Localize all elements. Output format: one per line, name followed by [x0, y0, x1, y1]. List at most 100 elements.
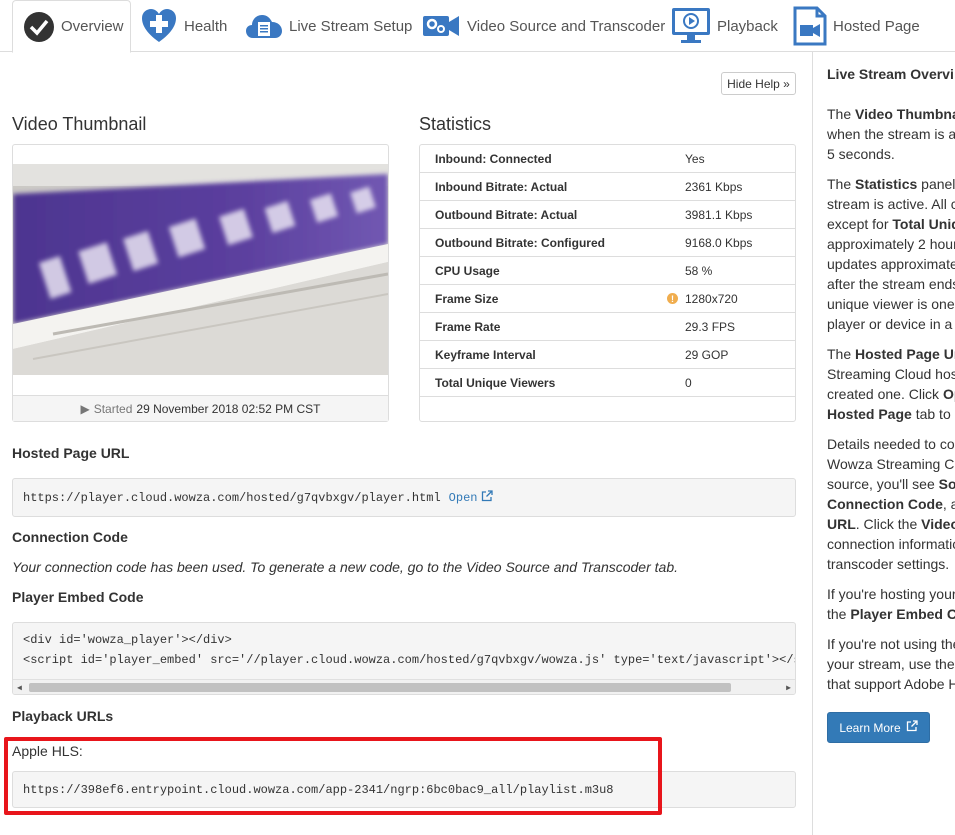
tab-live-stream-setup[interactable]: Live Stream Setup — [245, 0, 413, 52]
tab-label: Playback — [717, 17, 778, 35]
apple-hls-url-field[interactable]: https://398ef6.entrypoint.cloud.wowza.co… — [12, 771, 796, 808]
help-text: except for Total Uniq — [827, 216, 955, 232]
hide-help-button[interactable]: Hide Help » — [721, 72, 796, 95]
tab-health[interactable]: Health — [140, 0, 235, 52]
stat-value: 0 — [685, 375, 692, 390]
help-text: unique viewer is one — [827, 296, 955, 312]
tab-video-source-transcoder[interactable]: Video Source and Transcoder — [421, 0, 665, 52]
help-text: stream is active. All c — [827, 196, 955, 212]
help-text: Wowza Streaming C — [827, 456, 955, 472]
cloud-document-icon — [245, 10, 283, 42]
connection-code-note: Your connection code has been used. To g… — [12, 559, 678, 575]
stat-label: Frame Size — [435, 291, 499, 306]
help-text: URL. Click the Video — [827, 516, 955, 532]
stat-label: Outbound Bitrate: Actual — [435, 207, 578, 222]
video-thumbnail-panel: ▶ Started 29 November 2018 02:52 PM CST — [12, 144, 389, 422]
stat-value: 58 % — [685, 263, 713, 278]
embed-code-line: <script id='player_embed' src='//player.… — [23, 653, 796, 667]
external-link-icon — [481, 489, 494, 506]
video-file-icon — [793, 6, 827, 46]
apple-hls-url[interactable]: https://398ef6.entrypoint.cloud.wowza.co… — [23, 783, 614, 797]
table-row: Inbound: Connected Yes — [420, 145, 795, 173]
help-text: source, you'll see So — [827, 476, 955, 492]
monitor-play-icon — [671, 6, 711, 46]
horizontal-scrollbar[interactable]: ◀ ▶ — [13, 679, 795, 694]
playback-urls-heading: Playback URLs — [12, 708, 114, 724]
table-row: Keyframe Interval 29 GOP — [420, 341, 795, 369]
table-row: Inbound Bitrate: Actual 2361 Kbps — [420, 173, 795, 201]
help-text: The Statistics panel — [827, 176, 955, 192]
stream-started-info: ▶ Started 29 November 2018 02:52 PM CST — [13, 395, 388, 421]
tab-label: Overview — [61, 18, 124, 35]
help-title: Live Stream Overvi — [827, 66, 954, 82]
play-icon: ▶ — [80, 401, 90, 416]
statistics-heading: Statistics — [419, 114, 492, 134]
table-row: Frame Size! 1280x720 — [420, 285, 795, 313]
stat-value: 9168.0 Kbps — [685, 235, 753, 250]
open-link-label: Open — [448, 490, 478, 505]
warning-icon[interactable]: ! — [667, 293, 678, 304]
help-text: your stream, use the — [827, 656, 955, 672]
scroll-left-icon[interactable]: ◀ — [17, 683, 22, 693]
scrollbar-thumb[interactable] — [29, 683, 731, 692]
help-text: If you're hosting your — [827, 586, 955, 602]
tab-hosted-page[interactable]: Hosted Page — [793, 0, 923, 52]
help-text: If you're not using the — [827, 636, 955, 652]
external-link-icon — [906, 720, 918, 735]
video-thumbnail-heading: Video Thumbnail — [12, 114, 147, 134]
stat-value: 29 GOP — [685, 347, 729, 362]
hosted-page-url-heading: Hosted Page URL — [12, 445, 130, 461]
tab-label: Live Stream Setup — [289, 17, 413, 35]
stat-label: CPU Usage — [435, 263, 500, 278]
connection-code-heading: Connection Code — [12, 529, 128, 545]
stat-label: Outbound Bitrate: Configured — [435, 235, 605, 250]
table-row: Outbound Bitrate: Actual 3981.1 Kbps — [420, 201, 795, 229]
tab-bar: Overview Health Live Stream Setup Video … — [0, 0, 955, 53]
stat-label: Frame Rate — [435, 319, 501, 334]
help-text: created one. Click Op — [827, 386, 955, 402]
help-sidebar: Live Stream Overvi The Video Thumbnail .… — [812, 52, 955, 835]
stat-label: Inbound: Connected — [435, 151, 552, 166]
tab-label: Health — [184, 17, 228, 35]
video-thumbnail-image — [13, 164, 388, 375]
table-row: Outbound Bitrate: Configured 9168.0 Kbps — [420, 229, 795, 257]
embed-code-line: <div id='wowza_player'></div> — [23, 633, 232, 647]
hosted-page-url[interactable]: https://player.cloud.wowza.com/hosted/g7… — [23, 491, 441, 505]
tab-overview[interactable]: Overview — [12, 0, 131, 53]
hosted-page-url-field[interactable]: https://player.cloud.wowza.com/hosted/g7… — [12, 478, 796, 517]
started-label: Started — [93, 401, 133, 416]
help-text: connection informatio — [827, 536, 955, 552]
learn-more-button[interactable]: Learn More — [827, 712, 930, 743]
tab-playback[interactable]: Playback — [671, 0, 781, 52]
health-plus-icon — [140, 7, 178, 45]
help-text: updates approximate — [827, 256, 955, 272]
tab-label: Video Source and Transcoder — [467, 17, 666, 35]
help-text: approximately 2 hour — [827, 236, 955, 252]
started-timestamp: 29 November 2018 02:52 PM CST — [136, 401, 321, 416]
stat-value: 1280x720 — [685, 291, 738, 306]
help-text: 5 seconds. — [827, 146, 895, 162]
scroll-right-icon[interactable]: ▶ — [786, 683, 791, 693]
help-text: that support Adobe H — [827, 676, 955, 692]
table-row: Frame Rate 29.3 FPS — [420, 313, 795, 341]
camera-gears-icon — [421, 10, 461, 42]
stat-label: Inbound Bitrate: Actual — [435, 179, 568, 194]
table-row: Total Unique Viewers 0 — [420, 369, 795, 397]
tab-label: Hosted Page — [833, 17, 920, 35]
help-text: The Video Thumbnail ... — [827, 106, 955, 122]
open-link[interactable]: Open — [448, 489, 494, 506]
help-text: Connection Code, a — [827, 496, 955, 512]
help-text: when the stream is a — [827, 126, 955, 142]
apple-hls-label: Apple HLS: — [12, 743, 83, 759]
stat-value: 3981.1 Kbps — [685, 207, 753, 222]
help-text: the Player Embed C — [827, 606, 955, 622]
stat-value: Yes — [685, 151, 705, 166]
learn-more-label: Learn More — [839, 720, 901, 735]
help-text: Details needed to co — [827, 436, 955, 452]
check-circle-icon — [23, 11, 55, 43]
player-embed-code-field[interactable]: <div id='wowza_player'></div> <script id… — [12, 622, 796, 695]
stat-label: Keyframe Interval — [435, 347, 536, 362]
stat-value: 2361 Kbps — [685, 179, 743, 194]
help-text: transcoder settings. — [827, 556, 950, 572]
statistics-table: Inbound: Connected Yes Inbound Bitrate: A… — [419, 144, 796, 422]
